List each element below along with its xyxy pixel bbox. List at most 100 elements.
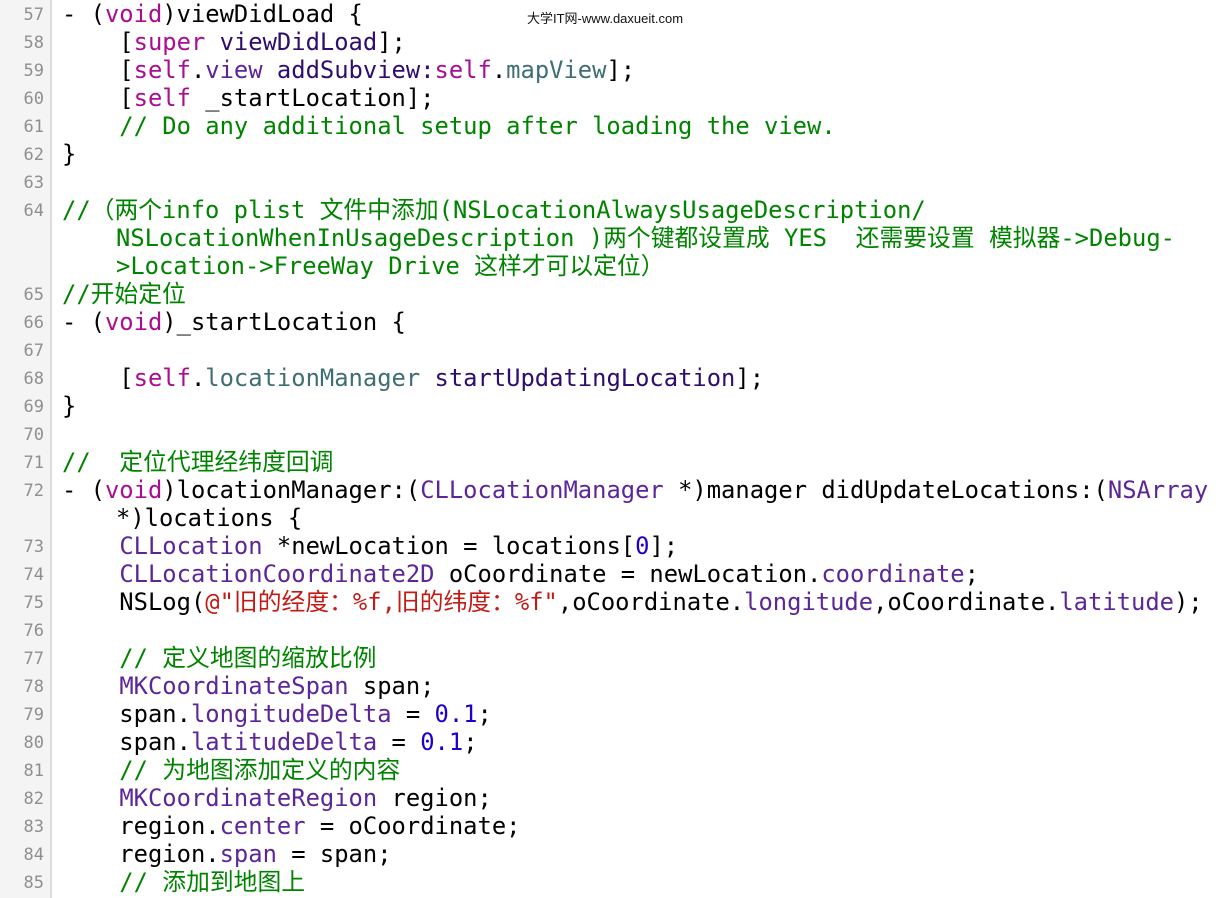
code-line[interactable]: 83 region.center = oCoordinate; bbox=[0, 812, 1225, 840]
code-token: region. bbox=[62, 812, 220, 840]
code-token: [ bbox=[62, 28, 134, 56]
code-text: // 添加到地图上 bbox=[62, 868, 305, 896]
code-line[interactable]: 82 MKCoordinateRegion region; bbox=[0, 784, 1225, 812]
code-line[interactable]: 84 region.span = span; bbox=[0, 840, 1225, 868]
code-area[interactable]: 57- (void)viewDidLoad {58 [super viewDid… bbox=[0, 0, 1225, 896]
code-line[interactable]: 70 bbox=[0, 420, 1225, 448]
code-line[interactable]: 76 bbox=[0, 616, 1225, 644]
line-number: 78 bbox=[23, 677, 44, 697]
code-text: // 定义地图的缩放比例 bbox=[62, 644, 376, 672]
code-line[interactable]: 67 bbox=[0, 336, 1225, 364]
code-text: MKCoordinateSpan span; bbox=[62, 672, 435, 700]
code-token: ,oCoordinate. bbox=[873, 588, 1060, 616]
code-line[interactable]: 73 CLLocation *newLocation = locations[0… bbox=[0, 532, 1225, 560]
code-editor[interactable]: 57- (void)viewDidLoad {58 [super viewDid… bbox=[0, 0, 1225, 898]
code-token: //开始定位 bbox=[62, 280, 186, 308]
code-text: CLLocationCoordinate2D oCoordinate = new… bbox=[62, 560, 979, 588]
line-number: 74 bbox=[23, 565, 44, 585]
line-number: 83 bbox=[23, 817, 44, 837]
code-text: } bbox=[62, 140, 76, 168]
code-token: span bbox=[219, 840, 277, 868]
code-line[interactable]: 64 //（两个info plist 文件中添加(NSLocationAlways… bbox=[0, 196, 1225, 224]
code-line[interactable]: 59 [self.view addSubview:self.mapView]; bbox=[0, 56, 1225, 84]
code-token: addSubview: bbox=[276, 56, 435, 84]
code-line[interactable]: 58 [super viewDidLoad]; bbox=[0, 28, 1225, 56]
code-token: region. bbox=[62, 840, 220, 868]
code-text: *)locations { bbox=[116, 504, 302, 532]
code-token: void bbox=[104, 0, 163, 28]
code-token: 0 bbox=[635, 532, 650, 560]
code-token: ,oCoordinate. bbox=[557, 588, 745, 616]
line-number: 64 bbox=[23, 201, 44, 221]
code-line-continuation[interactable]: NSLocationWhenInUsageDescription )两个键都设置… bbox=[0, 224, 1225, 252]
code-line[interactable]: 61 // Do any additional setup after load… bbox=[0, 112, 1225, 140]
code-token: region; bbox=[377, 784, 492, 812]
code-token: CLLocationManager bbox=[420, 476, 664, 504]
line-number: 70 bbox=[23, 425, 44, 445]
code-line[interactable]: 79 span.longitudeDelta = 0.1; bbox=[0, 700, 1225, 728]
code-token: - ( bbox=[62, 0, 105, 28]
code-text: [self _startLocation]; bbox=[62, 84, 434, 112]
line-number: 58 bbox=[23, 33, 44, 53]
code-token: span; bbox=[348, 672, 435, 700]
line-number: 69 bbox=[23, 397, 44, 417]
line-number: 81 bbox=[23, 761, 44, 781]
code-line[interactable]: 62} bbox=[0, 140, 1225, 168]
code-token: NSLocationWhenInUsageDescription )两个键都设置… bbox=[116, 224, 1175, 252]
code-line[interactable]: 65 //开始定位 bbox=[0, 280, 1225, 308]
code-text: //（两个info plist 文件中添加(NSLocationAlwaysUs… bbox=[62, 196, 926, 224]
code-line-continuation[interactable]: *)locations { bbox=[0, 504, 1225, 532]
code-token: self bbox=[434, 56, 492, 84]
code-token: [ bbox=[62, 84, 134, 112]
line-number: 60 bbox=[23, 89, 44, 109]
line-number: 59 bbox=[23, 61, 44, 81]
code-line[interactable]: 80 span.latitudeDelta = 0.1; bbox=[0, 728, 1225, 756]
code-line[interactable]: 85 // 添加到地图上 bbox=[0, 868, 1225, 896]
code-token: >Location->FreeWay Drive 这样才可以定位） bbox=[116, 252, 665, 280]
code-line[interactable]: 68 [self.locationManager startUpdatingLo… bbox=[0, 364, 1225, 392]
code-line[interactable]: 78 MKCoordinateSpan span; bbox=[0, 672, 1225, 700]
code-token: ]; bbox=[377, 28, 406, 56]
code-text: region.center = oCoordinate; bbox=[62, 812, 520, 840]
code-token: // 定位代理经纬度回调 bbox=[62, 448, 334, 476]
code-line[interactable]: 71 // 定位代理经纬度回调 bbox=[0, 448, 1225, 476]
code-line[interactable]: 60 [self _startLocation]; bbox=[0, 84, 1225, 112]
code-text: span.longitudeDelta = 0.1; bbox=[62, 700, 492, 728]
code-line[interactable]: 75 NSLog(@"旧的经度：%f,旧的纬度：%f",oCoordinate.… bbox=[0, 588, 1225, 616]
code-token: oCoordinate = newLocation. bbox=[434, 560, 822, 588]
code-token: *)manager didUpdateLocations:( bbox=[663, 476, 1108, 504]
code-line[interactable]: 72 - (void)locationManager:(CLLocationMan… bbox=[0, 476, 1225, 504]
code-line[interactable]: 69} bbox=[0, 392, 1225, 420]
code-token: ]; bbox=[735, 364, 765, 392]
code-line[interactable]: 77 // 定义地图的缩放比例 bbox=[0, 644, 1225, 672]
code-token: super bbox=[133, 28, 206, 56]
code-token: )viewDidLoad { bbox=[162, 0, 363, 28]
code-text: - (void)locationManager:(CLLocationManag… bbox=[62, 476, 1208, 504]
line-number: 67 bbox=[23, 341, 44, 361]
code-text: //开始定位 bbox=[62, 280, 186, 308]
line-number: 65 bbox=[23, 285, 44, 305]
code-token: //（两个info plist 文件中添加(NSLocationAlwaysUs… bbox=[62, 196, 926, 224]
code-token: . bbox=[190, 56, 206, 84]
code-token: @"旧的经度：%f,旧的纬度：%f" bbox=[205, 588, 558, 616]
line-number: 68 bbox=[23, 369, 44, 389]
line-number: 66 bbox=[23, 313, 44, 333]
code-line[interactable]: 66 - (void)_startLocation { bbox=[0, 308, 1225, 336]
code-line[interactable]: 63 bbox=[0, 168, 1225, 196]
code-line[interactable]: 74 CLLocationCoordinate2D oCoordinate = … bbox=[0, 560, 1225, 588]
code-token: startUpdatingLocation bbox=[434, 364, 736, 392]
code-line-continuation[interactable]: >Location->FreeWay Drive 这样才可以定位） bbox=[0, 252, 1225, 280]
line-number: 77 bbox=[23, 649, 44, 669]
code-token: void bbox=[104, 476, 163, 504]
code-token: MKCoordinateSpan bbox=[119, 672, 349, 700]
line-number: 62 bbox=[23, 145, 44, 165]
code-line[interactable]: 81 // 为地图添加定义的内容 bbox=[0, 756, 1225, 784]
code-token: NSLog( bbox=[62, 588, 206, 616]
code-token: . bbox=[491, 56, 507, 84]
code-token: ]; bbox=[606, 56, 636, 84]
line-number: 85 bbox=[23, 873, 44, 893]
code-token: = oCoordinate; bbox=[305, 812, 521, 840]
